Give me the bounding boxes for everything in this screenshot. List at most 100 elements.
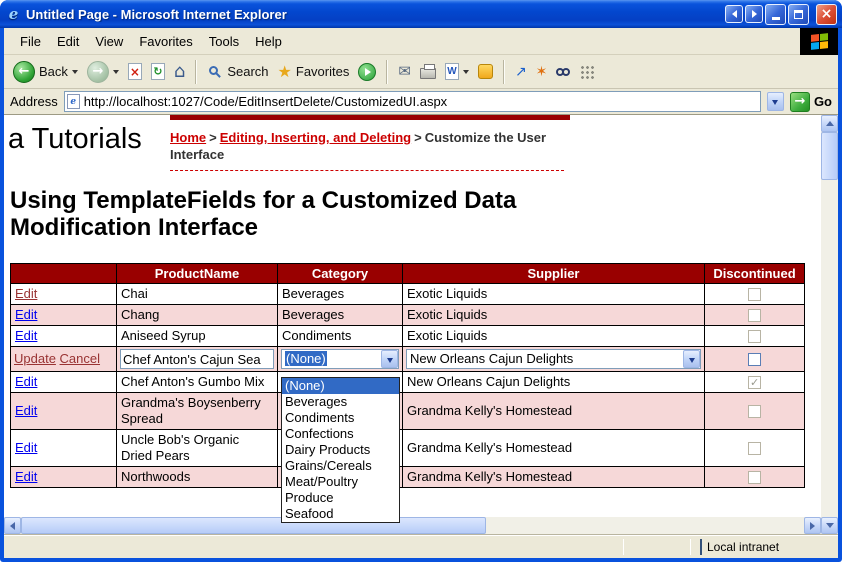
- close-button[interactable]: ×: [816, 4, 837, 25]
- menu-view[interactable]: View: [87, 30, 131, 53]
- breadcrumb-home-link[interactable]: Home: [170, 130, 206, 145]
- media-icon: [358, 63, 376, 81]
- edit-link[interactable]: Edit: [15, 286, 37, 301]
- category-option[interactable]: Seafood: [282, 506, 399, 522]
- supplier-selected-value: New Orleans Cajun Delights: [407, 351, 683, 367]
- vertical-scroll-thumb[interactable]: [821, 132, 838, 180]
- discontinued-checkbox[interactable]: [748, 353, 761, 366]
- horizontal-scrollbar[interactable]: [4, 517, 821, 534]
- address-input[interactable]: [84, 93, 758, 110]
- menu-help[interactable]: Help: [247, 30, 290, 53]
- media-button[interactable]: [355, 62, 379, 82]
- scroll-up-button[interactable]: [821, 115, 838, 132]
- search-button[interactable]: Search: [204, 63, 271, 81]
- forward-dropdown-icon[interactable]: [113, 70, 119, 77]
- category-option[interactable]: Grains/Cereals: [282, 458, 399, 474]
- supplier-cell: New Orleans Cajun Delights: [403, 372, 705, 393]
- breadcrumb-section-link[interactable]: Editing, Inserting, and Deleting: [220, 130, 411, 145]
- addon-research-button[interactable]: [553, 67, 573, 77]
- print-button[interactable]: [417, 63, 439, 80]
- discontinued-checkbox: [748, 309, 761, 322]
- category-option[interactable]: Meat/Poultry: [282, 474, 399, 490]
- print-icon: [420, 68, 436, 79]
- discontinued-checkbox: [748, 330, 761, 343]
- grid-edit-row: Update Cancel (None) New Orleans Cajun D…: [11, 347, 805, 372]
- favorites-star-icon: ★: [278, 64, 292, 80]
- category-header: Category: [278, 264, 403, 284]
- arrow-down-icon: [826, 523, 834, 528]
- site-title: a Tutorials: [8, 123, 142, 156]
- address-label: Address: [10, 94, 58, 109]
- edit-link[interactable]: Edit: [15, 374, 37, 389]
- edit-link[interactable]: Edit: [15, 328, 37, 343]
- chevron-down-icon: [387, 358, 393, 363]
- product-cell: Chai: [117, 284, 278, 305]
- action-header: [11, 264, 117, 284]
- update-link[interactable]: Update: [14, 351, 56, 366]
- mail-button[interactable]: ✉: [395, 63, 414, 80]
- right-arrow-icon: [752, 10, 757, 18]
- refresh-button[interactable]: ↻: [148, 62, 168, 81]
- status-bar: Local intranet: [4, 534, 838, 558]
- edit-page-icon: W: [445, 63, 459, 80]
- category-option[interactable]: (None): [282, 378, 399, 394]
- cancel-link[interactable]: Cancel: [60, 351, 100, 366]
- edit-link[interactable]: Edit: [15, 469, 37, 484]
- arrow-left-icon: [10, 522, 15, 530]
- menu-bar: File Edit View Favorites Tools Help: [4, 28, 838, 55]
- supplier-cell: Exotic Liquids: [403, 284, 705, 305]
- stop-button[interactable]: ×: [125, 62, 145, 81]
- category-dropdown[interactable]: (None): [281, 349, 399, 369]
- title-bar[interactable]: e Untitled Page - Microsoft Internet Exp…: [0, 0, 842, 28]
- edit-link[interactable]: Edit: [15, 307, 37, 322]
- scroll-down-button[interactable]: [821, 517, 838, 534]
- title-nav-left-button[interactable]: [725, 5, 743, 23]
- favorites-button[interactable]: ★ Favorites: [275, 63, 353, 81]
- addon-grid-button[interactable]: [576, 63, 597, 80]
- toolbar-separator: [386, 60, 388, 84]
- go-icon: →: [790, 92, 810, 112]
- scroll-left-button[interactable]: [4, 517, 21, 534]
- back-dropdown-icon[interactable]: [72, 70, 78, 77]
- windows-flag-icon: [811, 33, 828, 50]
- addon-launch-button[interactable]: ↗: [512, 64, 530, 80]
- search-icon: [209, 66, 218, 75]
- menu-edit[interactable]: Edit: [49, 30, 87, 53]
- category-option[interactable]: Condiments: [282, 410, 399, 426]
- arrow-up-icon: [826, 121, 834, 126]
- menu-favorites[interactable]: Favorites: [131, 30, 200, 53]
- forward-button[interactable]: →: [84, 60, 122, 84]
- supplier-dropdown-arrow[interactable]: [683, 350, 700, 368]
- favorites-label: Favorites: [296, 64, 349, 79]
- edit-link[interactable]: Edit: [15, 440, 37, 455]
- category-option[interactable]: Beverages: [282, 394, 399, 410]
- title-nav-right-button[interactable]: [745, 5, 763, 23]
- grid-row: Edit Northwoods Grandma Kelly's Homestea…: [11, 467, 805, 488]
- search-label: Search: [227, 64, 268, 79]
- vertical-scrollbar[interactable]: [821, 115, 838, 534]
- menu-file[interactable]: File: [12, 30, 49, 53]
- addon-highlight-button[interactable]: ✶: [533, 64, 551, 80]
- minimize-button[interactable]: [765, 4, 786, 25]
- maximize-button[interactable]: [788, 4, 809, 25]
- address-field[interactable]: e: [64, 91, 761, 112]
- edit-dropdown-icon[interactable]: [463, 70, 469, 77]
- back-button[interactable]: ← Back: [10, 60, 81, 84]
- home-icon: ⌂: [174, 63, 185, 81]
- menu-tools[interactable]: Tools: [201, 30, 247, 53]
- product-name-input[interactable]: [120, 349, 274, 369]
- scroll-right-button[interactable]: [804, 517, 821, 534]
- home-button[interactable]: ⌂: [171, 62, 188, 82]
- window-title: Untitled Page - Microsoft Internet Explo…: [26, 7, 721, 22]
- category-option[interactable]: Confections: [282, 426, 399, 442]
- category-option[interactable]: Produce: [282, 490, 399, 506]
- category-option[interactable]: Dairy Products: [282, 442, 399, 458]
- supplier-dropdown[interactable]: New Orleans Cajun Delights: [406, 349, 701, 369]
- go-button[interactable]: → Go: [790, 92, 832, 112]
- edit-link[interactable]: Edit: [15, 403, 37, 418]
- horizontal-scroll-thumb[interactable]: [21, 517, 486, 534]
- address-dropdown-button[interactable]: [767, 92, 784, 111]
- edit-button[interactable]: W: [442, 62, 472, 81]
- category-dropdown-arrow[interactable]: [381, 350, 398, 368]
- messenger-button[interactable]: [475, 63, 496, 80]
